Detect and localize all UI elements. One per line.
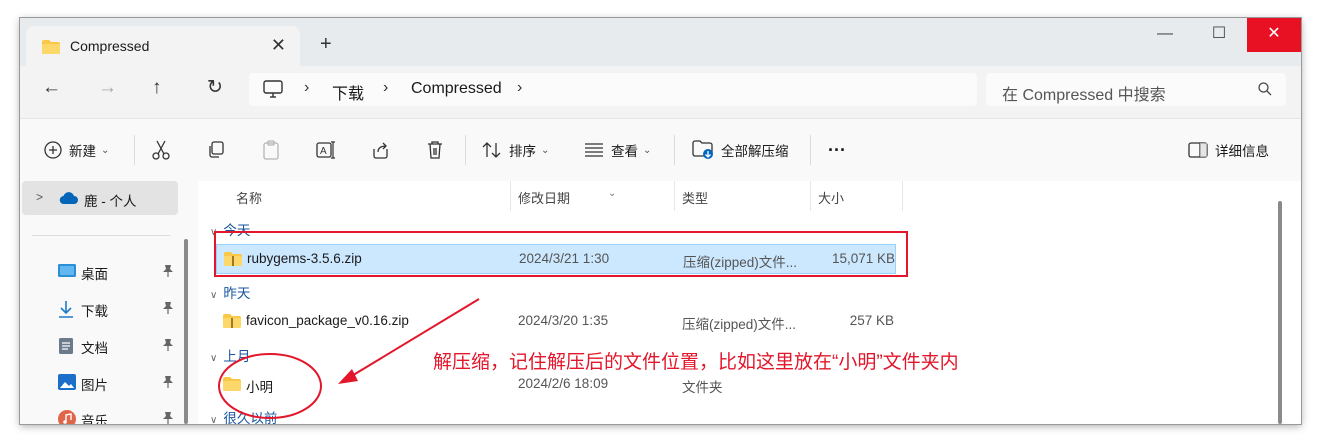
highlight-ellipse [218, 353, 322, 419]
file-explorer-window: Compressed ✕ + — ☐ ✕ ← → ↑ ↻ › 下载 › Comp… [20, 18, 1301, 424]
arrow-head-icon [338, 369, 358, 384]
annotation-text: 解压缩，记住解压后的文件位置，比如这里放在“小明”文件夹内 [433, 352, 959, 373]
